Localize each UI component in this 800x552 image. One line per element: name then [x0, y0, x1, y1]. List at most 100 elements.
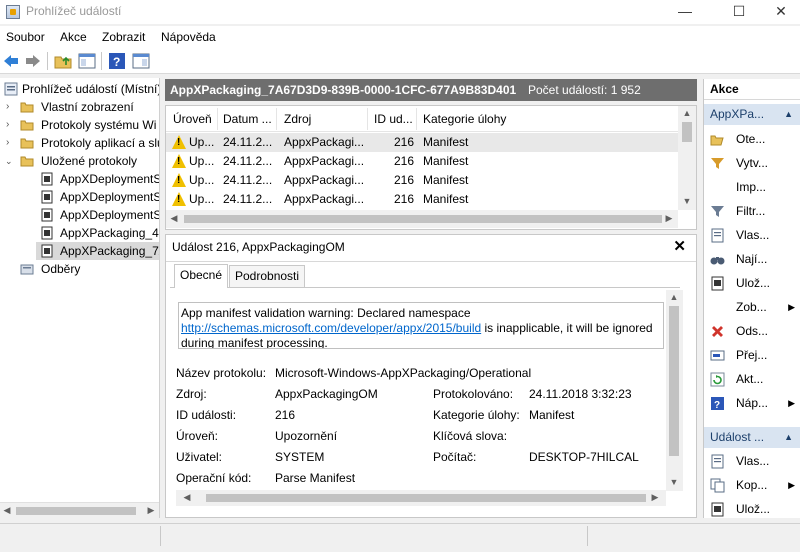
- tree-item-windows-logs[interactable]: › Protokoly systému Wi: [0, 116, 159, 134]
- action-filter[interactable]: Filtr...: [704, 199, 800, 223]
- detail-vertical-scrollbar[interactable]: ▲ ▼: [666, 290, 683, 491]
- scroll-down-icon[interactable]: ▼: [682, 196, 692, 206]
- toolbar: ?: [0, 48, 800, 74]
- tree-item-saved-log-selected[interactable]: AppXPackaging_7A: [36, 242, 159, 260]
- menu-file[interactable]: Soubor: [6, 30, 45, 44]
- scrollbar-thumb[interactable]: [206, 494, 646, 502]
- event-message-box[interactable]: App manifest validation warning: Declare…: [178, 302, 664, 349]
- namespace-link[interactable]: http://schemas.microsoft.com/developer/a…: [181, 321, 481, 335]
- action-properties[interactable]: Vlas...: [704, 223, 800, 247]
- column-date[interactable]: Datum ...: [223, 112, 272, 126]
- tree-item-event-viewer-local[interactable]: Prohlížeč událostí (Místní): [0, 80, 159, 98]
- divider: [166, 261, 696, 262]
- scroll-right-icon[interactable]: ▶: [650, 492, 660, 503]
- tab-details[interactable]: Podrobnosti: [229, 265, 306, 287]
- tree-item-subscriptions[interactable]: Odběry: [0, 260, 159, 278]
- chevron-right-icon[interactable]: ›: [6, 98, 16, 116]
- scrollbar-thumb[interactable]: [16, 507, 136, 515]
- action-rename[interactable]: Přej...: [704, 343, 800, 367]
- save-icon: [711, 502, 724, 517]
- action-delete[interactable]: Ods...: [704, 319, 800, 343]
- scrollbar-thumb[interactable]: [184, 215, 662, 223]
- show-hide-action-pane-icon[interactable]: [132, 52, 150, 70]
- folder-icon: [20, 102, 34, 113]
- console-tree: Prohlížeč událostí (Místní) › Vlastní zo…: [0, 78, 160, 518]
- scroll-left-icon[interactable]: ◀: [182, 492, 192, 503]
- back-icon[interactable]: [2, 52, 20, 70]
- level-value: Upozornění: [275, 429, 338, 443]
- logged-label: Protokolováno:: [433, 387, 514, 401]
- scroll-right-icon[interactable]: ▶: [664, 213, 674, 224]
- action-help[interactable]: ? Náp... ▶: [704, 391, 800, 415]
- scrollbar-thumb[interactable]: [669, 306, 679, 456]
- actions-header: Akce: [704, 79, 800, 100]
- action-create-custom-view[interactable]: Vytv...: [704, 151, 800, 175]
- actions-section-event[interactable]: Událost ... ▲: [704, 427, 800, 448]
- up-folder-icon[interactable]: [54, 52, 72, 70]
- menu-bar: Soubor Akce Zobrazit Nápověda: [0, 26, 800, 48]
- toolbar-separator: [101, 52, 102, 70]
- table-row[interactable]: Up... 24.11.2... AppxPackagi... 216 Mani…: [166, 133, 678, 152]
- action-copy[interactable]: Kop... ▶: [704, 473, 800, 497]
- action-view[interactable]: Zob... ▶: [704, 295, 800, 319]
- tree-item-saved-log[interactable]: AppXDeploymentS: [0, 170, 159, 188]
- tree-item-custom-views[interactable]: › Vlastní zobrazení: [0, 98, 159, 116]
- column-source[interactable]: Zdroj: [284, 112, 311, 126]
- tree-item-saved-log[interactable]: AppXPackaging_42: [0, 224, 159, 242]
- close-button[interactable]: ✕: [758, 0, 800, 24]
- detail-horizontal-scrollbar[interactable]: ◀ ▶: [176, 490, 666, 506]
- scroll-left-icon[interactable]: ◀: [169, 213, 179, 224]
- action-event-properties[interactable]: Vlas...: [704, 449, 800, 473]
- close-icon[interactable]: ✕: [673, 237, 686, 255]
- actions-section-log[interactable]: AppXPa... ▲: [704, 104, 800, 125]
- submenu-arrow-icon: ▶: [788, 302, 795, 312]
- scroll-up-icon[interactable]: ▲: [682, 108, 692, 118]
- action-save-selected-events[interactable]: Ulož...: [704, 497, 800, 518]
- warning-icon: [172, 173, 186, 187]
- tree-item-applications-services-logs[interactable]: › Protokoly aplikací a slu: [0, 134, 159, 152]
- table-row[interactable]: Up... 24.11.2... AppxPackagi... 216 Mani…: [166, 152, 678, 171]
- chevron-right-icon[interactable]: ›: [6, 134, 16, 152]
- tree-horizontal-scrollbar[interactable]: ◀ ▶: [0, 502, 159, 518]
- column-task-category[interactable]: Kategorie úlohy: [423, 112, 506, 126]
- task-category-label: Kategorie úlohy:: [433, 408, 520, 422]
- scroll-right-icon[interactable]: ▶: [146, 505, 156, 516]
- tree-item-saved-log[interactable]: AppXDeploymentS: [0, 188, 159, 206]
- events-horizontal-scrollbar[interactable]: ◀ ▶: [166, 210, 678, 228]
- minimize-button[interactable]: —: [662, 0, 708, 24]
- table-row[interactable]: Up... 24.11.2... AppxPackagi... 216 Mani…: [166, 171, 678, 190]
- help-icon[interactable]: ?: [108, 52, 126, 70]
- scroll-down-icon[interactable]: ▼: [669, 477, 679, 487]
- tab-general[interactable]: Obecné: [174, 264, 229, 288]
- menu-view[interactable]: Zobrazit: [102, 30, 145, 44]
- scroll-up-icon[interactable]: ▲: [669, 292, 679, 302]
- menu-action[interactable]: Akce: [60, 30, 87, 44]
- forward-icon[interactable]: [24, 52, 42, 70]
- action-open-saved-log[interactable]: Ote...: [704, 127, 800, 151]
- menu-help[interactable]: Nápověda: [161, 30, 216, 44]
- action-find[interactable]: Nají...: [704, 247, 800, 271]
- tree-item-saved-logs[interactable]: ⌄ Uložené protokoly: [0, 152, 159, 170]
- filter-icon: [711, 206, 724, 217]
- action-refresh[interactable]: Akt...: [704, 367, 800, 391]
- action-save-events[interactable]: Ulož...: [704, 271, 800, 295]
- log-icon: [41, 208, 53, 222]
- column-level[interactable]: Úroveň: [173, 112, 212, 126]
- log-icon: [41, 244, 53, 258]
- scroll-left-icon[interactable]: ◀: [2, 505, 12, 516]
- user-value: SYSTEM: [275, 450, 325, 464]
- column-event-id[interactable]: ID ud...: [374, 112, 413, 126]
- table-row[interactable]: Up... 24.11.2... AppxPackagi... 216 Mani…: [166, 190, 678, 209]
- log-icon: [41, 190, 53, 204]
- chevron-right-icon[interactable]: ›: [6, 116, 16, 134]
- chevron-down-icon[interactable]: ⌄: [5, 152, 15, 170]
- collapse-arrow-icon[interactable]: ▲: [784, 104, 793, 125]
- events-vertical-scrollbar[interactable]: ▲ ▼: [678, 106, 696, 210]
- action-import-custom-view[interactable]: Imp...: [704, 175, 800, 199]
- tree-item-saved-log[interactable]: AppXDeploymentS: [0, 206, 159, 224]
- folder-icon: [20, 156, 34, 167]
- scrollbar-thumb[interactable]: [682, 122, 692, 142]
- maximize-button[interactable]: ☐: [716, 0, 762, 24]
- show-hide-console-tree-icon[interactable]: [78, 52, 96, 70]
- collapse-arrow-icon[interactable]: ▲: [784, 427, 793, 448]
